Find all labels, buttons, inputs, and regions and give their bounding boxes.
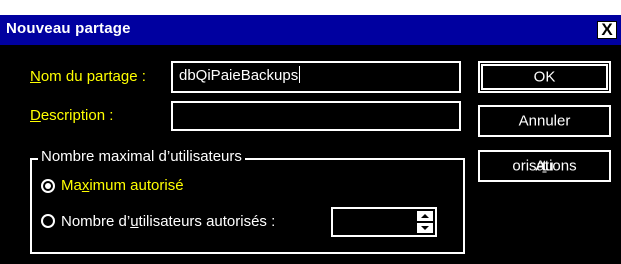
share-name-field[interactable]: dbQiPaieBackups: [171, 61, 461, 93]
user-count-spinner[interactable]: [331, 207, 437, 237]
new-share-dialog: Nouveau partage X Nom du partage : dbQiP…: [0, 15, 621, 264]
max-allowed-radio[interactable]: [41, 179, 55, 193]
user-limit-group: [30, 158, 465, 254]
description-label: Description :: [30, 107, 114, 124]
permissions-button[interactable]: Au t orisations: [478, 150, 611, 182]
allow-n-users-radio[interactable]: [41, 214, 55, 228]
title-bar[interactable]: Nouveau partage X: [0, 15, 621, 45]
share-name-value: dbQiPaieBackups: [179, 67, 299, 84]
radio-selected-dot: [45, 183, 51, 189]
spinner-divider: [417, 221, 433, 223]
chevron-up-icon[interactable]: [421, 214, 429, 218]
ok-button[interactable]: OK: [478, 61, 611, 93]
share-name-label: Nom du partage :: [30, 68, 146, 85]
description-field[interactable]: [171, 101, 461, 131]
text-caret: [299, 66, 301, 83]
close-button[interactable]: X: [597, 20, 617, 39]
spinner-buttons: [417, 211, 433, 233]
user-limit-group-title: Nombre maximal d’utilisateurs: [38, 148, 245, 165]
allow-n-users-label[interactable]: Nombre d’utilisateurs autorisés :: [61, 213, 275, 230]
window-title: Nouveau partage: [6, 20, 131, 37]
close-icon: X: [601, 20, 613, 39]
max-allowed-label[interactable]: Maximum autorisé: [61, 177, 184, 194]
cancel-button[interactable]: Annuler: [478, 105, 611, 137]
chevron-down-icon[interactable]: [421, 226, 429, 230]
